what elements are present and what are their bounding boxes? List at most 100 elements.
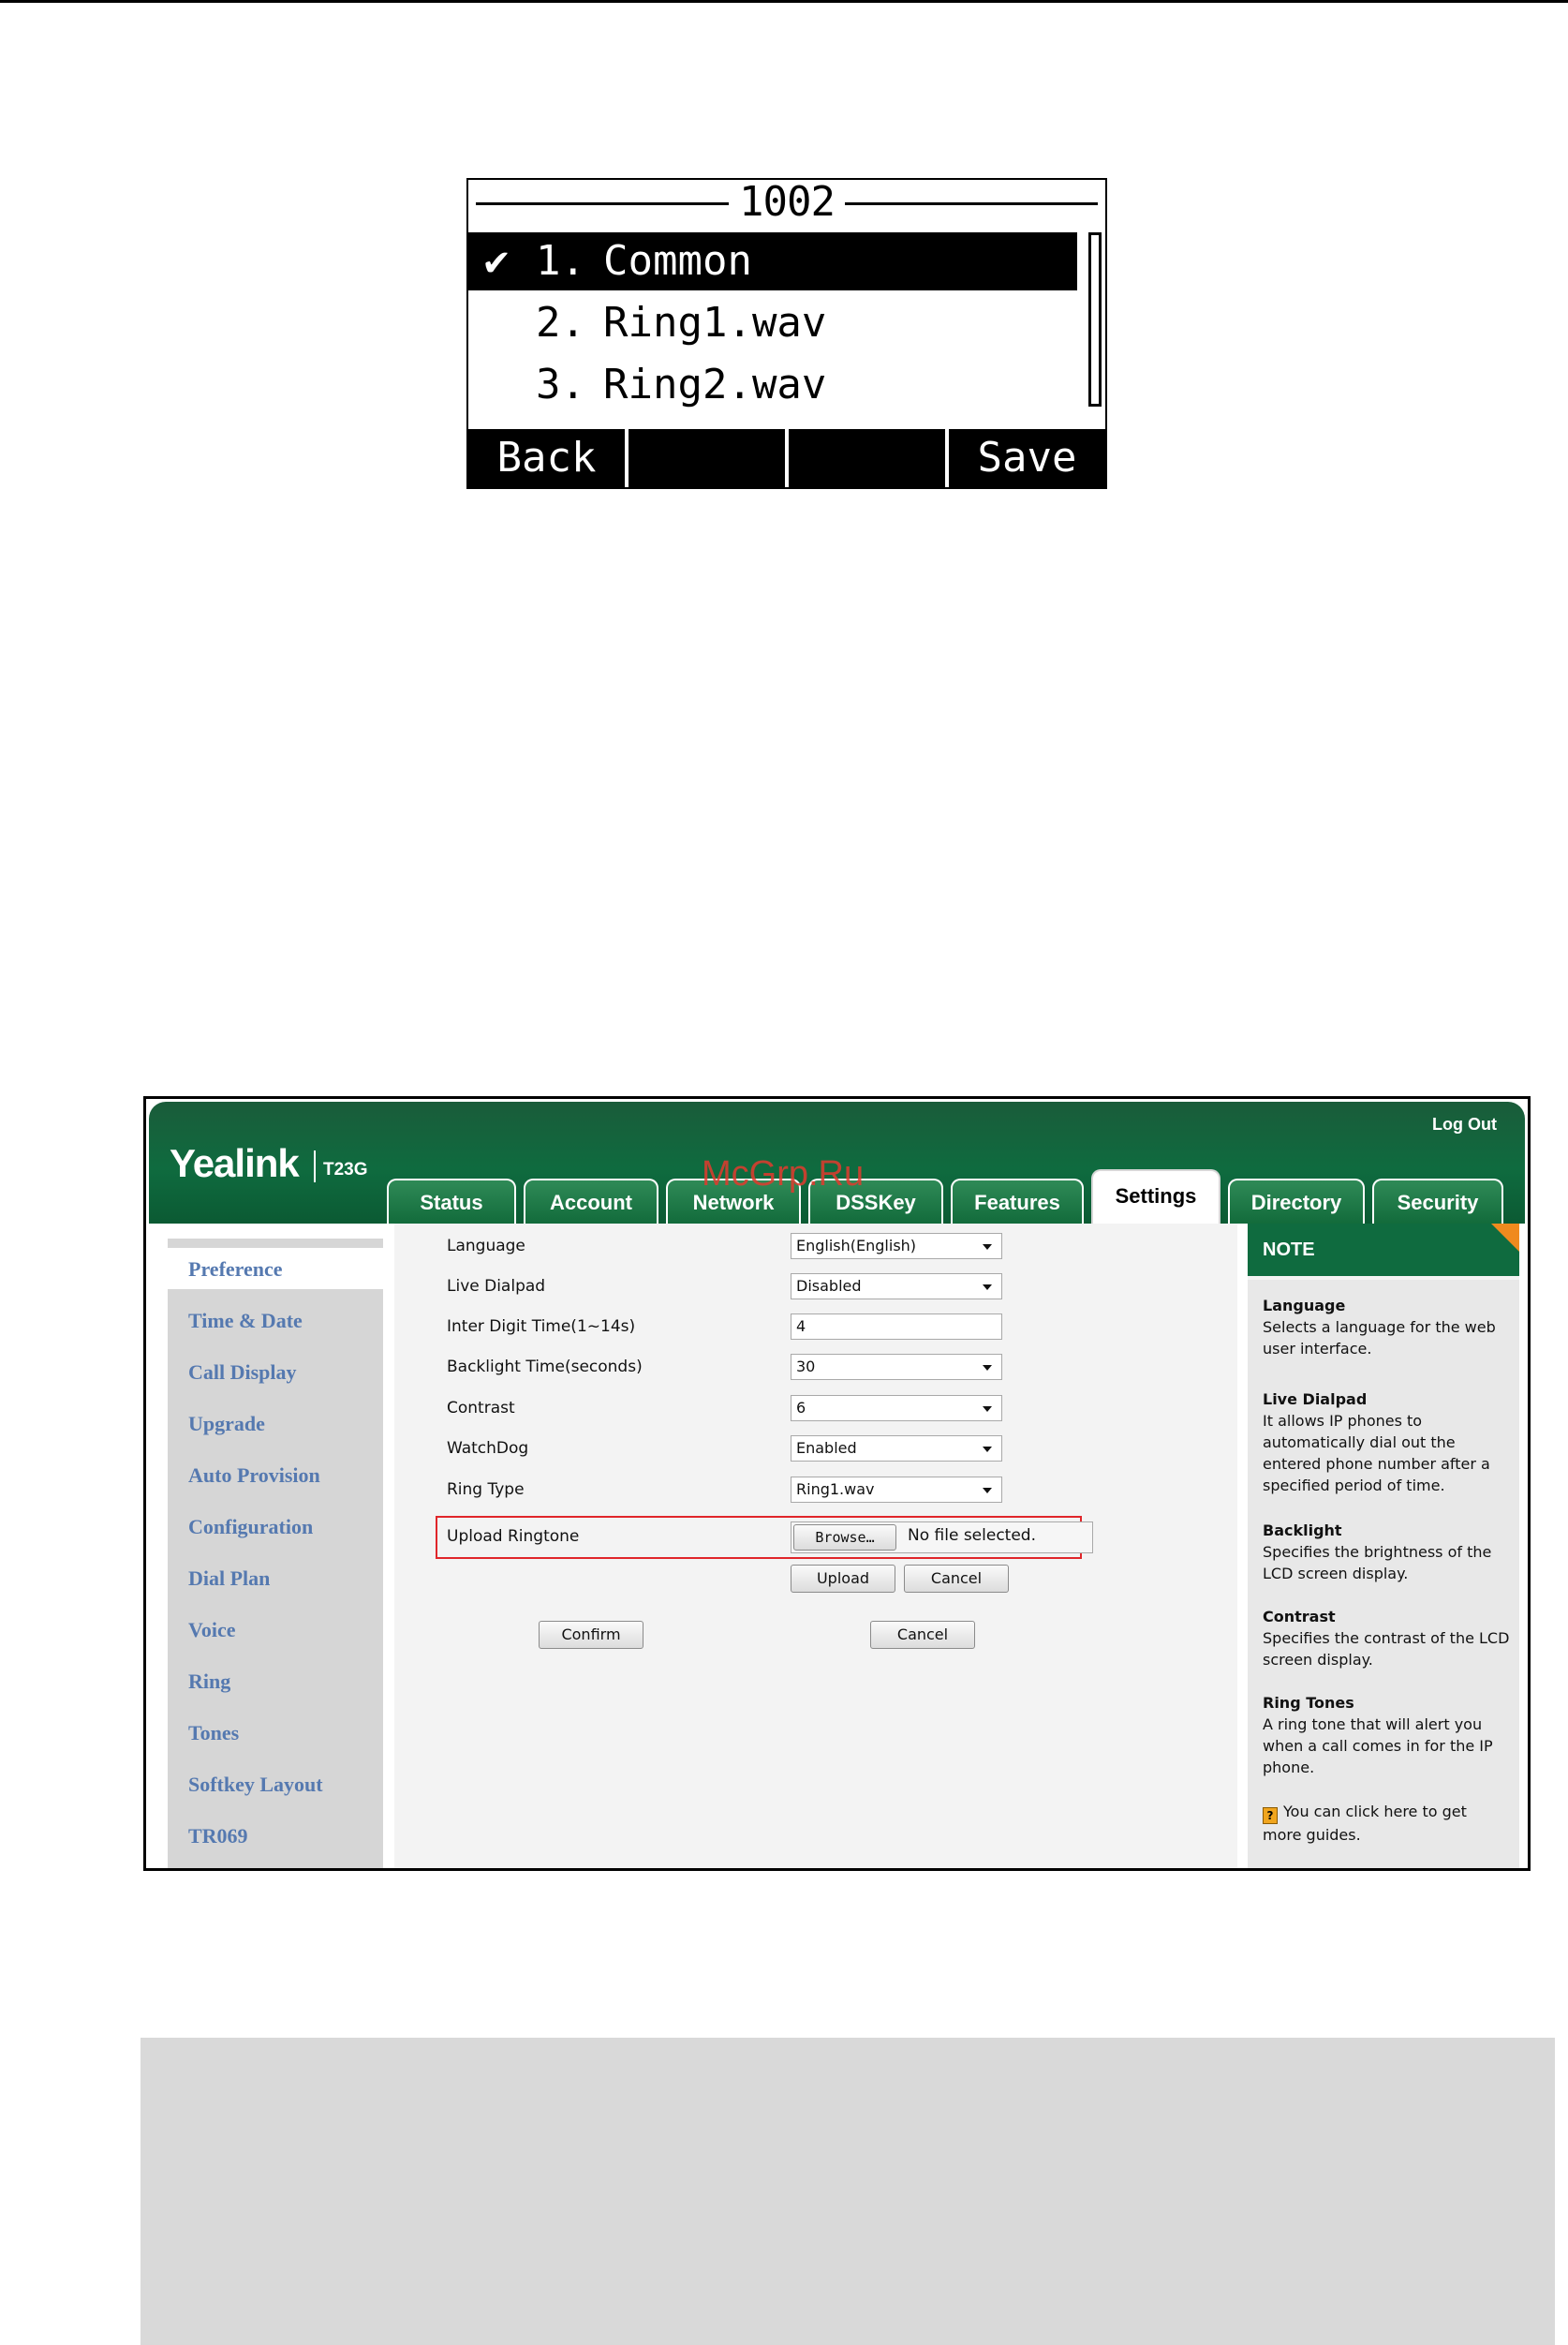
note-language: Language Selects a language for the web … [1263, 1295, 1510, 1359]
language-label: Language [447, 1237, 525, 1255]
sidebar-item-dial-plan[interactable]: Dial Plan [188, 1566, 270, 1591]
note-item-title: Language [1263, 1297, 1346, 1314]
note-item-title: Ring Tones [1263, 1694, 1354, 1712]
sidebar-item-tones[interactable]: Tones [188, 1721, 239, 1745]
sidebar-item-ring[interactable]: Ring [188, 1670, 230, 1694]
guide-text: You can click here to get more guides. [1263, 1803, 1467, 1844]
inter-digit-label: Inter Digit Time(1~14s) [447, 1317, 636, 1336]
chevron-down-icon [983, 1488, 992, 1493]
sidebar-item-tr069[interactable]: TR069 [188, 1824, 248, 1848]
lcd-list-item-common[interactable]: ✔ 1. Common [468, 232, 1077, 290]
chevron-down-icon [983, 1365, 992, 1371]
cancel-upload-button[interactable]: Cancel [904, 1565, 1009, 1593]
checkmark-icon: ✔ [483, 237, 510, 285]
browse-button[interactable]: Browse… [793, 1524, 896, 1551]
brand-logo: Yealink [170, 1141, 300, 1185]
ring-type-select[interactable]: Ring1.wav [791, 1477, 1002, 1503]
model-label: T23G [323, 1160, 368, 1180]
note-item-text: A ring tone that will alert you when a c… [1263, 1715, 1493, 1776]
note-item-text: Specifies the contrast of the LCD screen… [1263, 1629, 1510, 1669]
sidebar-item-preference[interactable]: Preference [188, 1257, 283, 1282]
chevron-down-icon [983, 1406, 992, 1412]
ring-type-label: Ring Type [447, 1480, 525, 1499]
contrast-label: Contrast [447, 1399, 515, 1417]
note-item-text: Specifies the brightness of the LCD scre… [1263, 1543, 1492, 1582]
inter-digit-input[interactable]: 4 [791, 1313, 1002, 1340]
note-guide-link[interactable]: ? You can click here to get more guides. [1263, 1801, 1510, 1846]
lcd-item-number: 2. [536, 299, 585, 347]
live-dialpad-select[interactable]: Disabled [791, 1273, 1002, 1299]
softkey-back[interactable]: Back [468, 429, 625, 487]
file-status: No file selected. [908, 1526, 1036, 1545]
tab-status[interactable]: Status [387, 1179, 516, 1224]
sidebar-item-softkey-layout[interactable]: Softkey Layout [188, 1773, 323, 1797]
lcd-item-name: Ring1.wav [603, 299, 827, 347]
note-item-text: Selects a language for the web user inte… [1263, 1318, 1496, 1358]
tab-directory[interactable]: Directory [1228, 1179, 1365, 1224]
backlight-value: 30 [796, 1358, 816, 1375]
note-live-dialpad: Live Dialpad It allows IP phones to auto… [1263, 1388, 1510, 1496]
backlight-select[interactable]: 30 [791, 1354, 1002, 1380]
language-value: English(English) [796, 1237, 917, 1254]
live-dialpad-value: Disabled [796, 1277, 862, 1295]
lcd-list-item-ring2[interactable]: 3. Ring2.wav [468, 356, 1077, 414]
sidebar-item-voice[interactable]: Voice [188, 1618, 236, 1642]
softkey-save[interactable]: Save [949, 429, 1105, 487]
sidebar-item-auto-provision[interactable]: Auto Provision [188, 1463, 320, 1488]
logout-link[interactable]: Log Out [1432, 1115, 1497, 1135]
lcd-title: 1002 [739, 178, 836, 226]
lcd-list-item-ring1[interactable]: 2. Ring1.wav [468, 294, 1077, 352]
language-select[interactable]: English(English) [791, 1233, 1002, 1259]
ring-type-value: Ring1.wav [796, 1480, 875, 1498]
watchdog-value: Enabled [796, 1439, 857, 1457]
confirm-button[interactable]: Confirm [539, 1621, 643, 1649]
lcd-scrollbar[interactable] [1088, 232, 1102, 407]
ringtone-file-input[interactable]: Browse… No file selected. [791, 1521, 1093, 1553]
note-item-text: It allows IP phones to automatically dia… [1263, 1412, 1490, 1494]
note-ring-tones: Ring Tones A ring tone that will alert y… [1263, 1692, 1510, 1778]
note-corner-icon [1491, 1224, 1519, 1252]
settings-form: Language English(English) Live Dialpad D… [394, 1224, 1237, 1868]
note-item-title: Live Dialpad [1263, 1390, 1368, 1408]
upload-ringtone-label: Upload Ringtone [447, 1527, 580, 1546]
softkey-empty-3[interactable] [789, 429, 945, 487]
tab-settings[interactable]: Settings [1091, 1169, 1220, 1225]
lcd-title-bar: 1002 [468, 178, 1105, 232]
note-item-title: Contrast [1263, 1608, 1336, 1625]
page-top-rule [0, 0, 1568, 3]
contrast-select[interactable]: 6 [791, 1395, 1002, 1421]
contrast-value: 6 [796, 1399, 806, 1417]
watchdog-label: WatchDog [447, 1439, 529, 1458]
lcd-softkey-bar: Back Save [468, 429, 1105, 487]
live-dialpad-label: Live Dialpad [447, 1277, 546, 1296]
web-body: Preference Time & Date Call Display Upgr… [149, 1224, 1525, 1868]
sidebar-item-upgrade[interactable]: Upgrade [188, 1412, 265, 1436]
chevron-down-icon [983, 1284, 992, 1290]
note-contrast: Contrast Specifies the contrast of the L… [1263, 1606, 1510, 1670]
book-icon: ? [1263, 1807, 1278, 1824]
note-panel: NOTE Language Selects a language for the… [1248, 1224, 1519, 1868]
tab-security[interactable]: Security [1372, 1179, 1503, 1224]
chevron-down-icon [983, 1447, 992, 1452]
sidebar-item-call-display[interactable]: Call Display [188, 1360, 297, 1385]
upload-button[interactable]: Upload [791, 1565, 895, 1593]
sidebar: Preference Time & Date Call Display Upgr… [168, 1239, 383, 1868]
watchdog-select[interactable]: Enabled [791, 1435, 1002, 1462]
lcd-item-name: Ring2.wav [603, 361, 827, 408]
phone-lcd-screen: 1002 ✔ 1. Common 2. Ring1.wav 3. Ring2.w… [466, 178, 1107, 489]
sidebar-item-time-date[interactable]: Time & Date [188, 1309, 303, 1333]
softkey-empty-2[interactable] [629, 429, 785, 487]
tab-features[interactable]: Features [951, 1179, 1084, 1224]
web-header: Yealink T23G Log Out Status Account Netw… [149, 1102, 1525, 1225]
cancel-button[interactable]: Cancel [870, 1621, 975, 1649]
sidebar-item-configuration[interactable]: Configuration [188, 1515, 313, 1539]
lcd-item-number: 1. [536, 237, 585, 285]
note-backlight: Backlight Specifies the brightness of th… [1263, 1520, 1510, 1584]
note-title: NOTE [1248, 1224, 1519, 1276]
web-ui-screenshot: Yealink T23G Log Out Status Account Netw… [143, 1096, 1531, 1871]
chevron-down-icon [983, 1244, 992, 1250]
brand-separator [314, 1150, 316, 1182]
tab-account[interactable]: Account [524, 1179, 658, 1224]
backlight-label: Backlight Time(seconds) [447, 1358, 643, 1376]
note-body: Language Selects a language for the web … [1248, 1280, 1519, 1868]
